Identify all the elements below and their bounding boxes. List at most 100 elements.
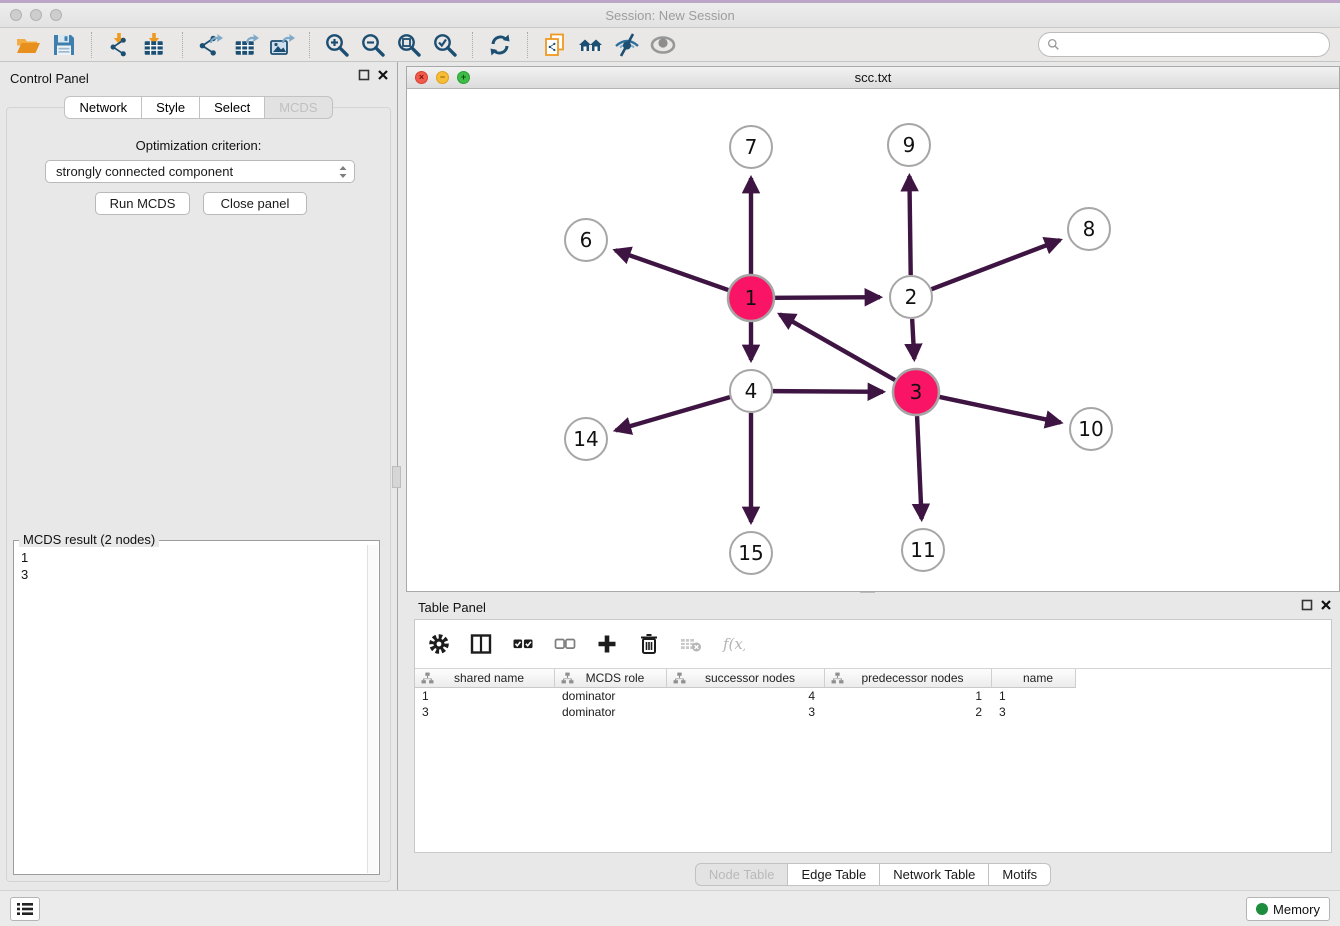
graph-node-3[interactable]: 3	[893, 369, 939, 415]
zoom-fit-icon[interactable]	[394, 31, 424, 59]
import-network-icon[interactable]	[104, 31, 134, 59]
refresh-layout-icon[interactable]	[485, 31, 515, 59]
show-all-icon[interactable]	[648, 31, 678, 59]
svg-text:9: 9	[903, 133, 916, 157]
close-view-icon[interactable]: ×	[415, 71, 428, 84]
graph-node-2[interactable]: 2	[890, 276, 932, 318]
edge-3-10[interactable]	[939, 397, 1060, 423]
export-network-icon[interactable]	[195, 31, 225, 59]
optimization-criterion-select[interactable]: strongly connected component	[45, 160, 355, 183]
graph-node-6[interactable]: 6	[565, 219, 607, 261]
close-panel-button[interactable]: Close panel	[203, 192, 307, 215]
search-field[interactable]	[1038, 32, 1330, 57]
network-window-titlebar[interactable]: × − + scc.txt	[407, 67, 1339, 89]
tab-node-table[interactable]: Node Table	[695, 863, 789, 886]
select-all-icon[interactable]	[509, 630, 537, 658]
import-table-icon[interactable]	[140, 31, 170, 59]
hide-selected-icon[interactable]	[612, 31, 642, 59]
edge-4-3[interactable]	[773, 391, 883, 392]
open-session-icon[interactable]	[13, 31, 43, 59]
network-from-selection-icon[interactable]	[540, 31, 570, 59]
edge-2-9[interactable]	[909, 176, 910, 275]
graph-node-10[interactable]: 10	[1070, 408, 1112, 450]
edge-1-6[interactable]	[615, 250, 728, 290]
zoom-out-icon[interactable]	[358, 31, 388, 59]
cell[interactable]: dominator	[555, 705, 667, 719]
cell[interactable]: 3	[667, 705, 825, 719]
column-header-successor-nodes[interactable]: successor nodes	[667, 669, 825, 688]
edge-3-11[interactable]	[917, 416, 922, 519]
network-view-window[interactable]: × − + scc.txt 7 9 6 8 1 2 4 3 14 10 15 11	[406, 66, 1340, 592]
run-mcds-button[interactable]: Run MCDS	[95, 192, 190, 215]
delete-column-icon[interactable]	[635, 630, 663, 658]
svg-text:14: 14	[573, 427, 598, 451]
optimization-criterion-label: Optimization criterion:	[7, 138, 390, 153]
svg-text:10: 10	[1078, 417, 1103, 441]
minimize-view-icon[interactable]: −	[436, 71, 449, 84]
zoom-selected-icon[interactable]	[430, 31, 460, 59]
cell[interactable]: 4	[667, 689, 825, 703]
tab-mcds[interactable]: MCDS	[265, 96, 332, 119]
tab-network[interactable]: Network	[64, 96, 142, 119]
apply-function-icon: f(x)	[719, 630, 747, 658]
table-row-1[interactable]: 1dominator411	[415, 688, 1331, 704]
graph-node-7[interactable]: 7	[730, 126, 772, 168]
add-column-icon[interactable]	[593, 630, 621, 658]
graph-node-8[interactable]: 8	[1068, 208, 1110, 250]
edge-4-14[interactable]	[616, 397, 730, 430]
search-input[interactable]	[1060, 35, 1329, 55]
export-image-icon[interactable]	[267, 31, 297, 59]
graph-node-15[interactable]: 15	[730, 532, 772, 574]
column-header-name[interactable]: name	[992, 669, 1076, 688]
memory-button[interactable]: Memory	[1246, 897, 1330, 921]
mcds-result-list[interactable]: 1 3	[21, 549, 363, 872]
first-neighbors-icon[interactable]	[576, 31, 606, 59]
scrollbar[interactable]	[367, 545, 378, 873]
cell[interactable]: 1	[415, 689, 555, 703]
minimize-window-icon[interactable]	[30, 9, 42, 21]
cell[interactable]: 3	[415, 705, 555, 719]
graph-node-4[interactable]: 4	[730, 370, 772, 412]
graph-node-1[interactable]: 1	[728, 275, 774, 321]
network-canvas[interactable]: 7 9 6 8 1 2 4 3 14 10 15 11	[407, 89, 1339, 591]
tab-motifs[interactable]: Motifs	[989, 863, 1051, 886]
edge-1-2[interactable]	[775, 297, 880, 298]
deselect-all-icon[interactable]	[551, 630, 579, 658]
graph-node-14[interactable]: 14	[565, 418, 607, 460]
vertical-splitter-handle[interactable]	[392, 466, 401, 488]
settings-gear-icon[interactable]	[425, 630, 453, 658]
tab-style[interactable]: Style	[142, 96, 200, 119]
maximize-view-icon[interactable]: +	[457, 71, 470, 84]
export-table-icon[interactable]	[231, 31, 261, 59]
tab-select[interactable]: Select	[200, 96, 265, 119]
window-title: Session: New Session	[0, 8, 1340, 23]
tab-network-table[interactable]: Network Table	[880, 863, 989, 886]
column-header-predecessor-nodes[interactable]: predecessor nodes	[825, 669, 992, 688]
table-row-2[interactable]: 3dominator323	[415, 704, 1331, 720]
task-history-button[interactable]	[10, 897, 40, 921]
close-panel-icon[interactable]	[1320, 599, 1332, 611]
close-panel-icon[interactable]	[377, 69, 389, 81]
cell[interactable]: 1	[825, 689, 992, 703]
column-header-shared-name[interactable]: shared name	[415, 669, 555, 688]
zoom-in-icon[interactable]	[322, 31, 352, 59]
edge-2-8[interactable]	[932, 240, 1060, 289]
edge-3-1[interactable]	[780, 314, 895, 380]
cell[interactable]: 1	[992, 689, 1076, 703]
toggle-columns-icon[interactable]	[467, 630, 495, 658]
save-session-icon[interactable]	[49, 31, 79, 59]
cell[interactable]: dominator	[555, 689, 667, 703]
tab-edge-table[interactable]: Edge Table	[788, 863, 880, 886]
float-panel-icon[interactable]	[1301, 599, 1313, 611]
zoom-window-icon[interactable]	[50, 9, 62, 21]
network-graph[interactable]: 7 9 6 8 1 2 4 3 14 10 15 11	[407, 89, 1339, 591]
column-header-MCDS-role[interactable]: MCDS role	[555, 669, 667, 688]
float-panel-icon[interactable]	[358, 69, 370, 81]
cell[interactable]: 3	[992, 705, 1076, 719]
cell[interactable]: 2	[825, 705, 992, 719]
main-titlebar[interactable]: Session: New Session	[0, 3, 1340, 28]
close-window-icon[interactable]	[10, 9, 22, 21]
edge-2-3[interactable]	[912, 319, 914, 359]
graph-node-9[interactable]: 9	[888, 124, 930, 166]
graph-node-11[interactable]: 11	[902, 529, 944, 571]
